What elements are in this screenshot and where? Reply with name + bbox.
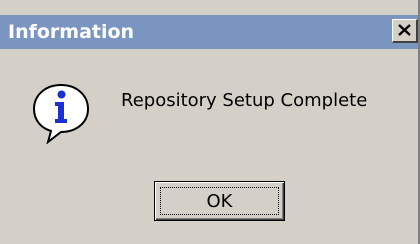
title-bar[interactable]: Information bbox=[0, 15, 418, 49]
information-dialog: Information Repository Setup Complete OK bbox=[0, 0, 420, 244]
ok-button[interactable]: OK bbox=[154, 181, 285, 221]
information-icon bbox=[32, 83, 90, 144]
close-icon bbox=[398, 24, 411, 36]
close-button[interactable] bbox=[392, 19, 418, 43]
message-text: Repository Setup Complete bbox=[121, 90, 368, 111]
window-title: Information bbox=[8, 21, 135, 43]
ok-button-label: OK bbox=[160, 187, 279, 215]
